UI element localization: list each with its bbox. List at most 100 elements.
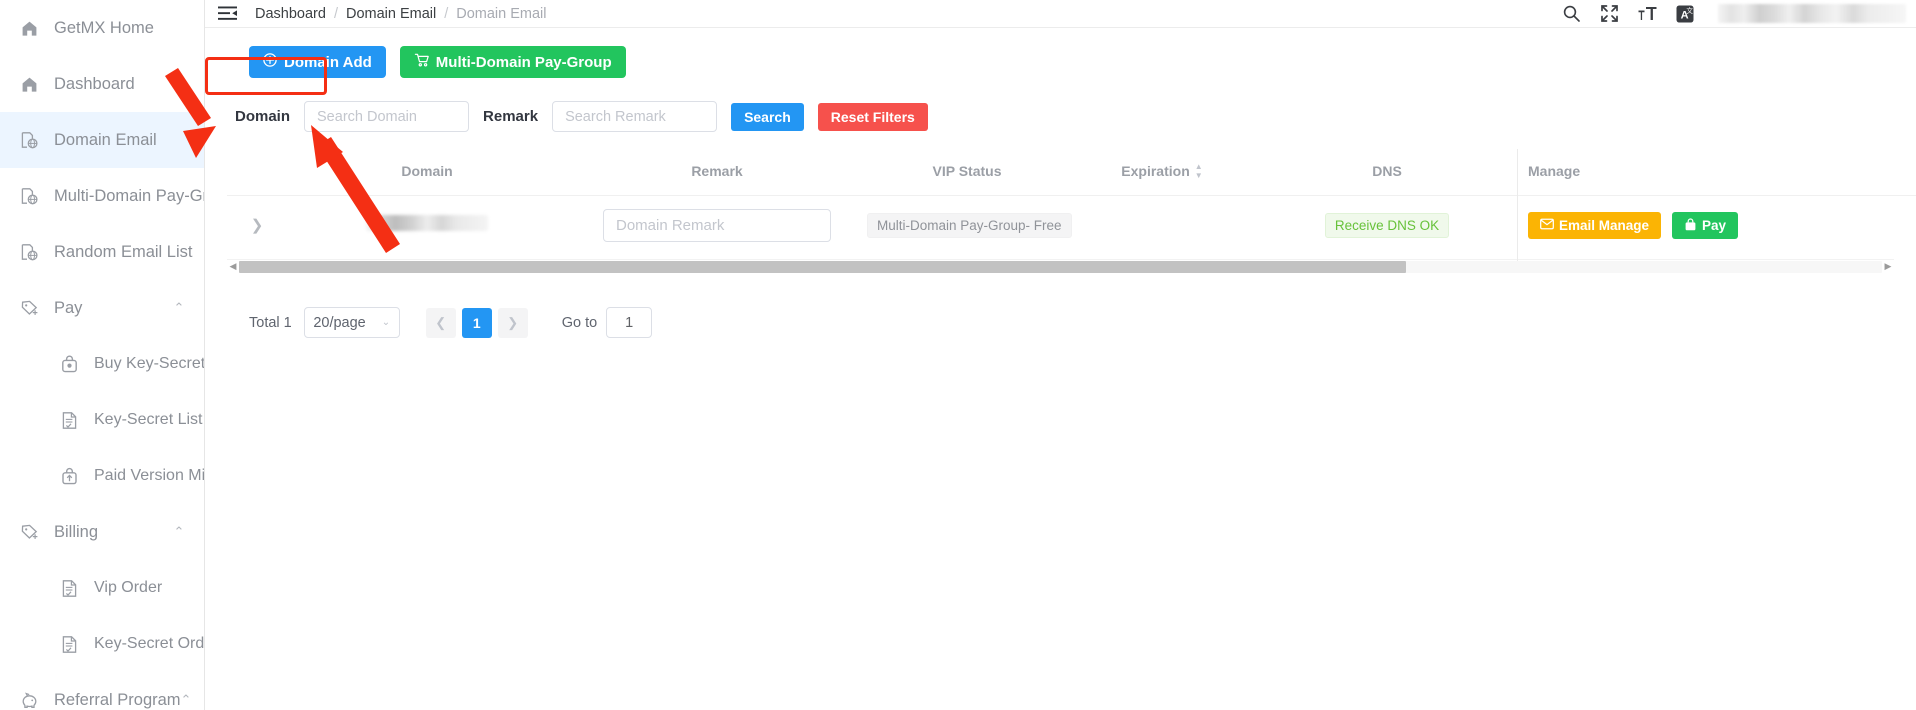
pagination-goto: Go to — [562, 307, 653, 338]
domain-globe-icon — [18, 241, 40, 263]
goto-input[interactable] — [606, 307, 653, 338]
sidebar-item-label: Key-Secret Order — [94, 635, 205, 652]
scroll-left-icon[interactable]: ◀ — [227, 261, 239, 272]
chevron-up-icon[interactable]: ⌃ — [168, 524, 190, 540]
pagination-page-1[interactable]: 1 — [461, 307, 492, 338]
sidebar-item-label: Buy Key-Secret — [94, 355, 205, 372]
sidebar-item-random-email-list[interactable]: Random Email List — [0, 224, 204, 280]
page-content: Domain Add Multi-Domain Pay-Group Domain — [205, 28, 1916, 710]
sidebar-item-key-secret-list[interactable]: Key-Secret List — [0, 392, 204, 448]
th-domain[interactable]: Domain — [287, 149, 567, 196]
sidebar-item-label: Pay — [54, 298, 83, 317]
th-expand — [227, 149, 287, 196]
sidebar-item-label: Key-Secret List — [94, 411, 203, 428]
vip-status-cell: Multi-Domain Pay-Group- Free — [867, 195, 1072, 255]
topbar: Dashboard / Domain Email / Domain Email — [205, 0, 1916, 28]
domain-table-wrapper: Domain Remark VIP Status Expiration ▲ ▼ D… — [227, 149, 1916, 273]
home-icon — [18, 17, 40, 39]
sidebar-item-referral-program[interactable]: Referral Program ⌃ — [0, 672, 204, 710]
th-expiration[interactable]: Expiration ▲ ▼ — [1067, 149, 1257, 196]
scroll-right-icon[interactable]: ▶ — [1882, 261, 1894, 272]
sidebar-item-label: Random Email List — [54, 242, 193, 261]
fullscreen-icon[interactable] — [1598, 3, 1620, 25]
row-remark-input[interactable] — [603, 209, 831, 242]
sidebar-item-key-secret-order[interactable]: Key-Secret Order — [0, 616, 204, 672]
sidebar-item-label: Paid Version Migration — [94, 467, 205, 484]
domain-filter-label: Domain — [235, 108, 291, 125]
user-name-redacted[interactable] — [1718, 4, 1906, 23]
pagination-buttons: ❮ 1 ❯ — [425, 307, 528, 338]
sidebar-item-vip-order[interactable]: Vip Order — [0, 560, 204, 616]
sidebar-item-pay[interactable]: Pay ⌃ — [0, 280, 204, 336]
chevron-up-icon[interactable]: ⌃ — [168, 300, 190, 316]
domain-cell — [287, 195, 567, 255]
pagination-prev-button[interactable]: ❮ — [425, 307, 456, 338]
remark-search-input[interactable] — [552, 101, 718, 132]
sidebar-item-label: Referral Program — [54, 690, 181, 709]
plus-circle-icon — [263, 53, 277, 71]
th-manage: Manage — [1517, 149, 1916, 196]
breadcrumb-item-2: Domain Email — [456, 5, 547, 22]
sidebar-item-label: Domain Email — [54, 130, 157, 149]
chevron-down-icon: ⌄ — [381, 317, 391, 328]
table-row: ❯ Multi-Domain Pay-Group- Free Receive DNS… — [227, 195, 1916, 255]
home-icon — [18, 73, 40, 95]
translate-icon[interactable]: A 文 — [1674, 3, 1696, 25]
list-doc-icon — [58, 633, 80, 655]
pagination-next-button[interactable]: ❯ — [497, 307, 528, 338]
sidebar-item-billing[interactable]: Billing ⌃ — [0, 504, 204, 560]
domain-search-input[interactable] — [304, 101, 470, 132]
dns-status-badge: Receive DNS OK — [1324, 213, 1450, 238]
breadcrumb-item-1[interactable]: Domain Email — [346, 6, 436, 22]
sidebar-item-dashboard[interactable]: Dashboard — [0, 56, 204, 112]
search-icon[interactable] — [1560, 3, 1582, 25]
th-expiration-label: Expiration — [1121, 163, 1190, 179]
pay-tag-icon — [18, 297, 40, 319]
action-toolbar: Domain Add Multi-Domain Pay-Group — [227, 28, 1894, 78]
manage-column-divider — [1517, 149, 1518, 273]
page-size-select[interactable]: 20/page ⌄ — [303, 307, 400, 338]
sort-arrows-icon[interactable]: ▲ ▼ — [1195, 163, 1203, 180]
breadcrumb-item-0[interactable]: Dashboard — [255, 6, 326, 22]
app-root: GetMX Home Dashboard Domain Email Multi-Dom… — [0, 0, 1916, 710]
domain-add-button[interactable]: Domain Add — [249, 46, 386, 78]
expiration-cell — [1067, 195, 1257, 255]
bag-icon — [58, 353, 80, 375]
sidebar-item-label: Dashboard — [54, 74, 135, 93]
chevron-up-icon[interactable]: ⌃ — [181, 692, 192, 708]
sidebar-item-multi-domain-pay-group[interactable]: Multi-Domain Pay-Group — [0, 168, 204, 224]
pay-button[interactable]: Pay — [1672, 212, 1739, 239]
reset-filters-button[interactable]: Reset Filters — [817, 102, 928, 131]
table-header-row: Domain Remark VIP Status Expiration ▲ ▼ D… — [227, 149, 1916, 196]
list-doc-icon — [58, 577, 80, 599]
pay-tag-icon — [18, 521, 40, 543]
search-button[interactable]: Search — [731, 102, 804, 131]
th-vip-status[interactable]: VIP Status — [867, 149, 1067, 196]
email-manage-button[interactable]: Email Manage — [1528, 212, 1662, 239]
sidebar-item-buy-key-secret[interactable]: Buy Key-Secret — [0, 336, 204, 392]
sidebar-item-paid-version-migration[interactable]: Paid Version Migration — [0, 448, 204, 504]
scrollbar-track[interactable] — [239, 260, 1882, 273]
upload-bag-icon — [58, 465, 80, 487]
multi-domain-pay-group-button[interactable]: Multi-Domain Pay-Group — [399, 46, 626, 78]
main-area: Dashboard / Domain Email / Domain Email — [205, 0, 1916, 710]
breadcrumb: Dashboard / Domain Email / Domain Email — [255, 6, 547, 22]
sidebar-item-label: Billing — [54, 522, 99, 541]
font-size-icon[interactable] — [1636, 3, 1658, 25]
table-horizontal-scrollbar[interactable]: ◀ ▶ — [227, 259, 1894, 273]
remark-cell — [567, 195, 867, 255]
reset-filters-label: Reset Filters — [830, 108, 915, 125]
sidebar-item-getmx-home[interactable]: GetMX Home — [0, 0, 204, 56]
chevron-right-icon[interactable]: ❯ — [251, 217, 264, 234]
action-button-label: Email Manage — [1559, 218, 1650, 233]
th-dns[interactable]: DNS — [1257, 149, 1517, 196]
th-remark[interactable]: Remark — [567, 149, 867, 196]
hamburger-collapse-icon[interactable] — [217, 6, 237, 22]
scrollbar-thumb[interactable] — [239, 260, 1406, 273]
domain-globe-icon — [18, 185, 40, 207]
domain-add-label: Domain Add — [284, 53, 372, 71]
sidebar-item-label: Vip Order — [94, 579, 163, 596]
action-button-label: Pay — [1702, 218, 1727, 233]
sidebar-item-domain-email[interactable]: Domain Email — [0, 112, 204, 168]
row-expander-cell: ❯ — [227, 195, 287, 255]
